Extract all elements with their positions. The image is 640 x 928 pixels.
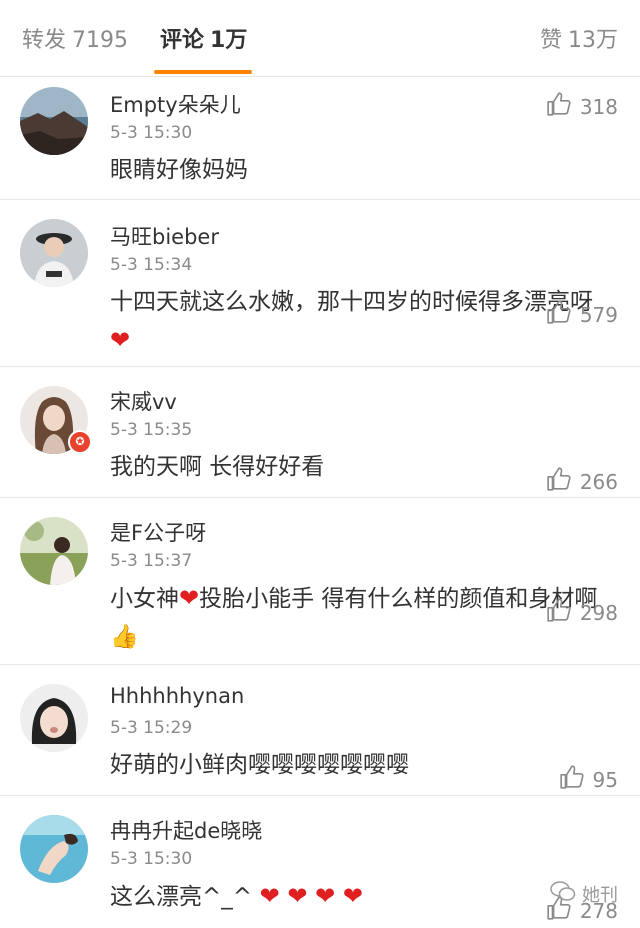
comment-item: Empty朵朵儿 5-3 15:30 眼睛好像妈妈 318 <box>0 77 640 200</box>
wechat-icon <box>550 880 576 907</box>
tab-comment-count: 1万 <box>210 28 248 53</box>
cute-face-avatar[interactable] <box>20 684 88 752</box>
tab-repost[interactable]: 转发 7195 <box>22 22 128 54</box>
comment-username[interactable]: 冉冉升起de晓晓 <box>110 815 262 845</box>
comment-item: 是F公子呀 5-3 15:37 小女神❤投胎小能手 得有什么样的颜值和身材啊👍 … <box>0 497 640 665</box>
seaside-photo-avatar[interactable] <box>20 87 88 155</box>
comment-item: 马旺bieber 5-3 15:34 十四天就这么水嫩，那十四岁的时候得多漂亮呀… <box>0 199 640 367</box>
heart-emoji: ❤ <box>110 326 131 354</box>
comment-username[interactable]: 宋威vv <box>110 386 177 416</box>
tab-like-count: 13万 <box>568 28 618 53</box>
comment-text: 好萌的小鲜肉嘤嘤嘤嘤嘤嘤嘤 <box>110 752 409 778</box>
outdoor-girl-avatar[interactable] <box>20 517 88 585</box>
comment-text-part: 小女神 <box>110 586 179 612</box>
comment-text-part: 投胎小能手 得有什么样的颜值和身材啊 <box>199 586 598 612</box>
like-button[interactable]: 266 <box>546 466 618 497</box>
heart-emoji: ❤ ❤ ❤ ❤ <box>252 882 363 910</box>
tab-like-label: 赞 <box>539 28 562 53</box>
comment-time: 5-3 15:37 <box>110 551 193 571</box>
tab-comment[interactable]: 评论 1万 <box>160 22 247 54</box>
comment-text: 这么漂亮^_^ ❤ ❤ ❤ ❤ <box>110 877 610 916</box>
comment-username[interactable]: 是F公子呀 <box>110 517 206 547</box>
comment-time: 5-3 15:30 <box>110 123 193 143</box>
comment-text-body: 十四天就这么水嫩，那十四岁的时候得多漂亮呀 <box>110 289 593 315</box>
tab-repost-label: 转发 <box>22 28 67 53</box>
hat-girl-avatar[interactable] <box>20 219 88 287</box>
comment-text-body: 这么漂亮^_^ <box>110 884 253 910</box>
watermark-text: 她刊 <box>582 884 618 906</box>
thumbs-up-emoji: 👍 <box>110 624 139 650</box>
tab-comment-label: 评论 <box>160 28 205 53</box>
comment-text: 十四天就这么水嫩，那十四岁的时候得多漂亮呀 ❤ <box>110 283 610 360</box>
comment-text: 我的天啊 长得好好看 <box>110 454 325 480</box>
thumbs-up-icon <box>546 91 572 122</box>
like-count: 266 <box>579 469 618 494</box>
thumbs-up-icon <box>546 466 572 497</box>
comment-text: 小女神❤投胎小能手 得有什么样的颜值和身材啊 👍 <box>110 579 610 656</box>
comment-username[interactable]: 马旺bieber <box>110 221 219 251</box>
comment-time: 5-3 15:35 <box>110 420 193 440</box>
like-count: 318 <box>579 94 618 119</box>
like-button[interactable]: 298 <box>546 597 618 628</box>
like-button[interactable]: 579 <box>546 299 618 330</box>
comment-tabs-bar: 转发 7195 评论 1万 赞 13万 <box>0 0 640 77</box>
comment-time: 5-3 15:34 <box>110 255 193 275</box>
comment-time: 5-3 15:29 <box>110 718 193 738</box>
like-button[interactable]: 318 <box>546 91 618 122</box>
comment-text: 眼睛好像妈妈 <box>110 157 248 183</box>
thumbs-up-icon <box>559 764 585 795</box>
like-count: 95 <box>592 767 618 792</box>
verified-badge-icon: ✪ <box>68 430 92 454</box>
comment-item: 冉冉升起de晓晓 5-3 15:30 这么漂亮^_^ ❤ ❤ ❤ ❤ 278 <box>0 795 640 928</box>
comment-time: 5-3 15:30 <box>110 849 193 869</box>
watermark: 她刊 <box>550 880 618 907</box>
like-button[interactable]: 95 <box>559 764 618 795</box>
thumbs-up-icon <box>546 597 572 628</box>
tab-repost-count: 7195 <box>72 28 129 53</box>
like-count: 579 <box>579 302 618 327</box>
active-tab-indicator <box>154 70 252 74</box>
comment-username[interactable]: Hhhhhhynan <box>110 684 244 708</box>
like-count: 298 <box>579 600 618 625</box>
heart-emoji: ❤ <box>179 584 200 612</box>
thumbs-up-icon <box>546 299 572 330</box>
underwater-avatar[interactable] <box>20 815 88 883</box>
comment-item: ✪ 宋威vv 5-3 15:35 我的天啊 长得好好看 266 <box>0 366 640 498</box>
comment-username[interactable]: Empty朵朵儿 <box>110 89 241 119</box>
comment-item: Hhhhhhynan 5-3 15:29 好萌的小鲜肉嘤嘤嘤嘤嘤嘤嘤 95 <box>0 664 640 796</box>
tab-like[interactable]: 赞 13万 <box>540 22 618 54</box>
